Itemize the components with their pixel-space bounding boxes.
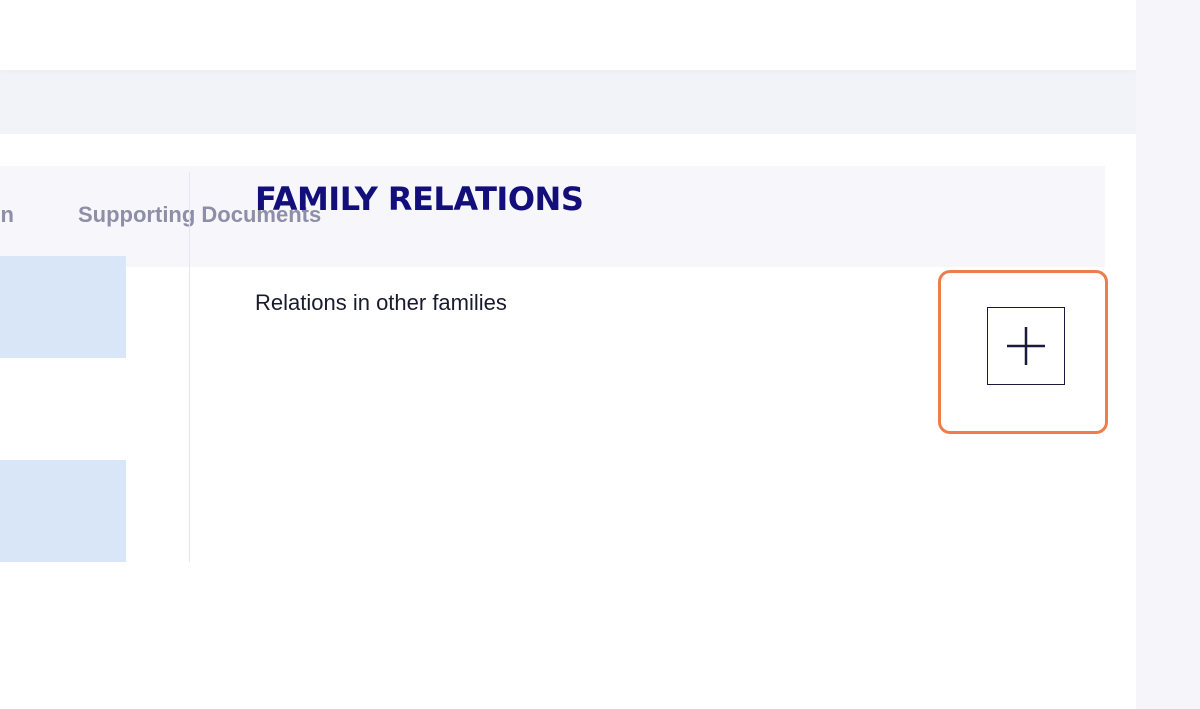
- add-relation-button[interactable]: [987, 307, 1065, 385]
- section-title: FAMILY RELATIONS: [255, 180, 584, 218]
- top-bar: [0, 0, 1136, 70]
- plus-icon: [1007, 327, 1045, 365]
- right-strip: [1136, 0, 1200, 709]
- column-divider: [189, 172, 190, 562]
- placeholder-block: [0, 256, 126, 358]
- placeholder-block: [0, 460, 126, 562]
- section-subtitle: Relations in other families: [255, 290, 507, 315]
